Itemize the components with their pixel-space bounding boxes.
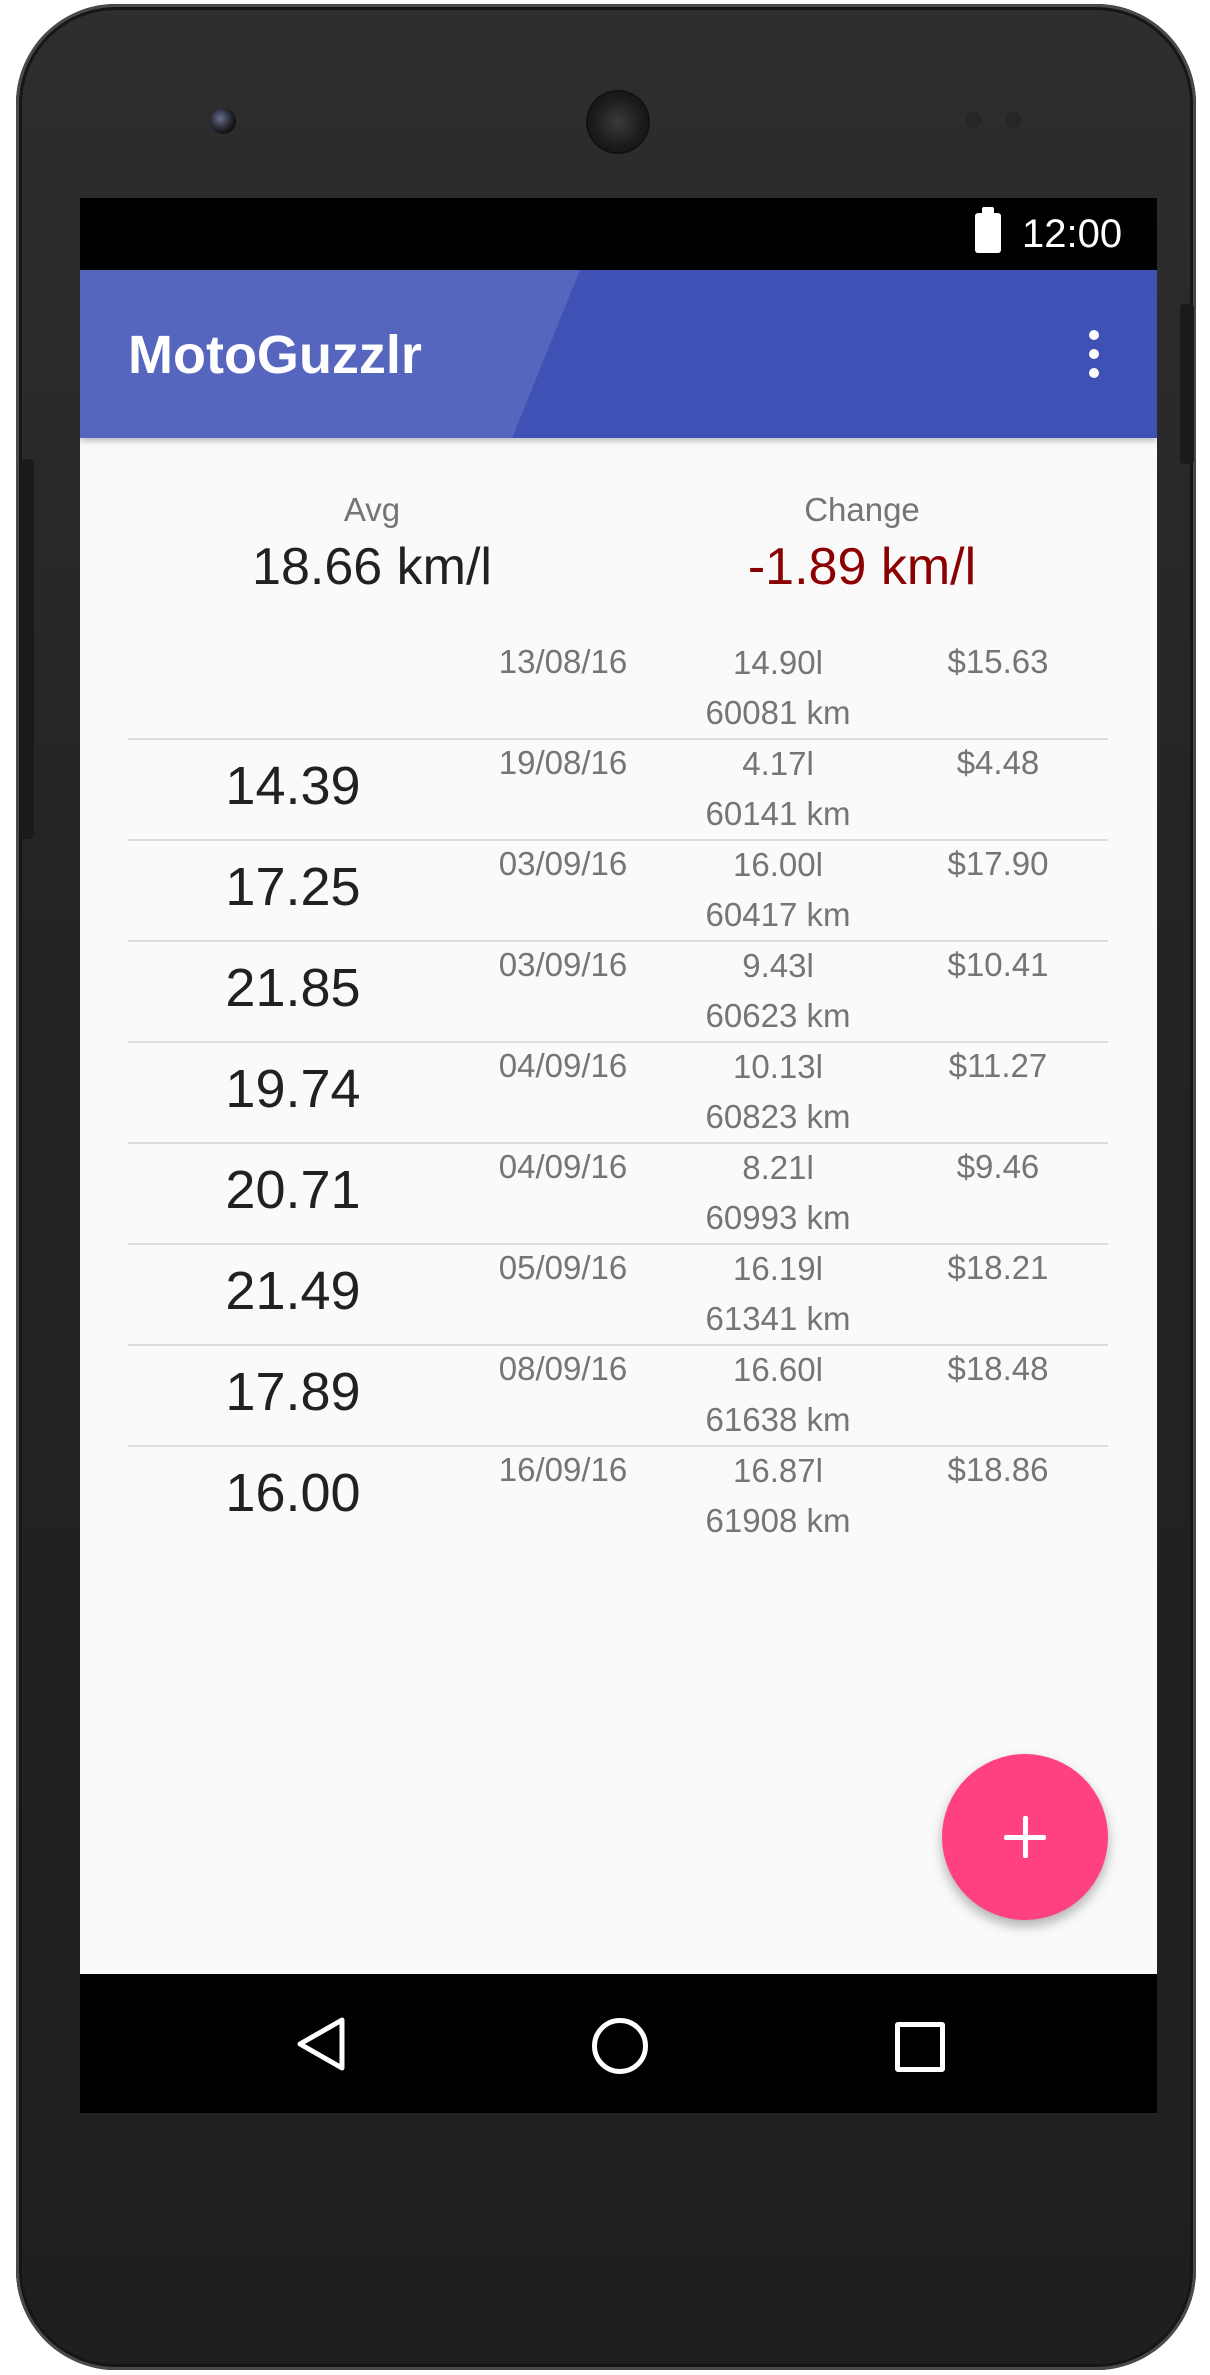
row-liters: 4.17l xyxy=(742,745,814,782)
row-efficiency: 17.89 xyxy=(225,1362,361,1422)
row-efficiency: 19.74 xyxy=(225,1059,361,1119)
fillup-row[interactable]: 13/08/16 14.90l 60081 km $15.63 xyxy=(128,638,1108,739)
fillup-row[interactable]: 14.39 19/08/16 4.17l 60141 km $4.48 xyxy=(128,738,1108,840)
row-date: 19/08/16 xyxy=(498,744,628,781)
app-bar: MotoGuzzlr xyxy=(80,270,1157,438)
row-liters: 16.00l xyxy=(733,846,823,883)
power-button xyxy=(1180,304,1194,464)
row-amounts: 10.13l 60823 km xyxy=(668,1042,888,1142)
row-amounts: 16.60l 61638 km xyxy=(668,1345,888,1445)
row-efficiency: 16.00 xyxy=(225,1463,361,1523)
row-liters: 10.13l xyxy=(733,1048,823,1085)
row-date: 16/09/16 xyxy=(498,1451,628,1488)
row-date: 04/09/16 xyxy=(498,1047,628,1084)
row-odometer: 60993 km xyxy=(705,1199,851,1236)
row-date: 13/08/16 xyxy=(498,643,628,680)
light-sensor xyxy=(1006,112,1022,128)
avg-summary: Avg 18.66 km/l xyxy=(172,490,572,598)
row-amounts: 16.87l 61908 km xyxy=(668,1446,888,1546)
row-date: 04/09/16 xyxy=(498,1148,628,1185)
row-efficiency: 21.85 xyxy=(225,958,361,1018)
front-camera-icon xyxy=(210,108,236,134)
row-liters: 16.19l xyxy=(733,1250,823,1287)
row-liters: 9.43l xyxy=(742,947,814,984)
row-date: 03/09/16 xyxy=(498,845,628,882)
back-icon[interactable] xyxy=(294,2016,348,2072)
row-efficiency: 17.25 xyxy=(225,857,361,917)
row-price: $9.46 xyxy=(956,1148,1040,1185)
more-vert-icon[interactable] xyxy=(1070,322,1118,386)
row-efficiency: 20.71 xyxy=(225,1160,361,1220)
volume-button xyxy=(20,459,34,839)
row-amounts: 16.19l 61341 km xyxy=(668,1244,888,1344)
row-price: $11.27 xyxy=(948,1047,1048,1084)
change-summary: Change -1.89 km/l xyxy=(662,490,1062,598)
row-price: $10.41 xyxy=(947,946,1049,983)
earpiece-speaker xyxy=(588,92,648,152)
status-time: 12:00 xyxy=(1022,212,1123,256)
row-price: $17.90 xyxy=(947,845,1049,882)
row-price: $18.21 xyxy=(947,1249,1049,1286)
row-liters: 14.90l xyxy=(733,644,823,681)
row-odometer: 60623 km xyxy=(705,997,851,1034)
row-liters: 8.21l xyxy=(742,1149,814,1186)
fillup-row[interactable]: 19.74 04/09/16 10.13l 60823 km $11.27 xyxy=(128,1041,1108,1143)
row-amounts: 16.00l 60417 km xyxy=(668,840,888,940)
row-liters: 16.87l xyxy=(733,1452,823,1489)
navigation-bar xyxy=(80,1974,1157,2113)
row-odometer: 61341 km xyxy=(705,1300,851,1337)
row-price: $4.48 xyxy=(956,744,1040,781)
row-odometer: 60823 km xyxy=(705,1098,851,1135)
fillup-row[interactable]: 21.49 05/09/16 16.19l 61341 km $18.21 xyxy=(128,1243,1108,1345)
row-odometer: 60081 km xyxy=(705,694,851,731)
fillup-row[interactable]: 17.25 03/09/16 16.00l 60417 km $17.90 xyxy=(128,839,1108,941)
avg-label: Avg xyxy=(343,491,401,528)
row-amounts: 9.43l 60623 km xyxy=(668,941,888,1041)
change-label: Change xyxy=(804,491,920,528)
screen: 12:00 MotoGuzzlr Avg 18.66 km/l Change -… xyxy=(80,198,1157,2113)
row-liters: 16.60l xyxy=(733,1351,823,1388)
row-amounts: 8.21l 60993 km xyxy=(668,1143,888,1243)
fillup-row[interactable]: 17.89 08/09/16 16.60l 61638 km $18.48 xyxy=(128,1344,1108,1446)
row-date: 08/09/16 xyxy=(498,1350,628,1387)
home-icon[interactable] xyxy=(592,2018,648,2074)
fillup-row[interactable]: 20.71 04/09/16 8.21l 60993 km $9.46 xyxy=(128,1142,1108,1244)
row-odometer: 60141 km xyxy=(705,795,851,832)
proximity-sensor xyxy=(966,112,982,128)
fillup-row[interactable]: 16.00 16/09/16 16.87l 61908 km $18.86 xyxy=(128,1445,1108,1547)
change-value: -1.89 km/l xyxy=(747,538,977,596)
battery-full-icon xyxy=(975,207,1001,253)
row-efficiency: 14.39 xyxy=(225,756,361,816)
recents-icon[interactable] xyxy=(895,2022,945,2072)
fillup-list[interactable]: 13/08/16 14.90l 60081 km $15.63 14.39 19/08/1… xyxy=(128,638,1108,1547)
row-price: $18.48 xyxy=(947,1350,1049,1387)
add-fillup-button[interactable] xyxy=(942,1754,1108,1920)
row-odometer: 61638 km xyxy=(705,1401,851,1438)
row-odometer: 61908 km xyxy=(705,1502,851,1539)
phone-frame: 12:00 MotoGuzzlr Avg 18.66 km/l Change -… xyxy=(16,4,1196,2370)
row-amounts: 14.90l 60081 km xyxy=(668,638,888,738)
row-date: 03/09/16 xyxy=(498,946,628,983)
row-efficiency: 21.49 xyxy=(225,1261,361,1321)
avg-value: 18.66 km/l xyxy=(252,538,492,596)
row-amounts: 4.17l 60141 km xyxy=(668,739,888,839)
row-odometer: 60417 km xyxy=(705,896,851,933)
fillup-row[interactable]: 21.85 03/09/16 9.43l 60623 km $10.41 xyxy=(128,940,1108,1042)
status-bar: 12:00 xyxy=(80,198,1157,270)
row-price: $15.63 xyxy=(947,643,1049,680)
app-title: MotoGuzzlr xyxy=(128,325,422,385)
row-date: 05/09/16 xyxy=(498,1249,628,1286)
row-price: $18.86 xyxy=(947,1451,1049,1488)
